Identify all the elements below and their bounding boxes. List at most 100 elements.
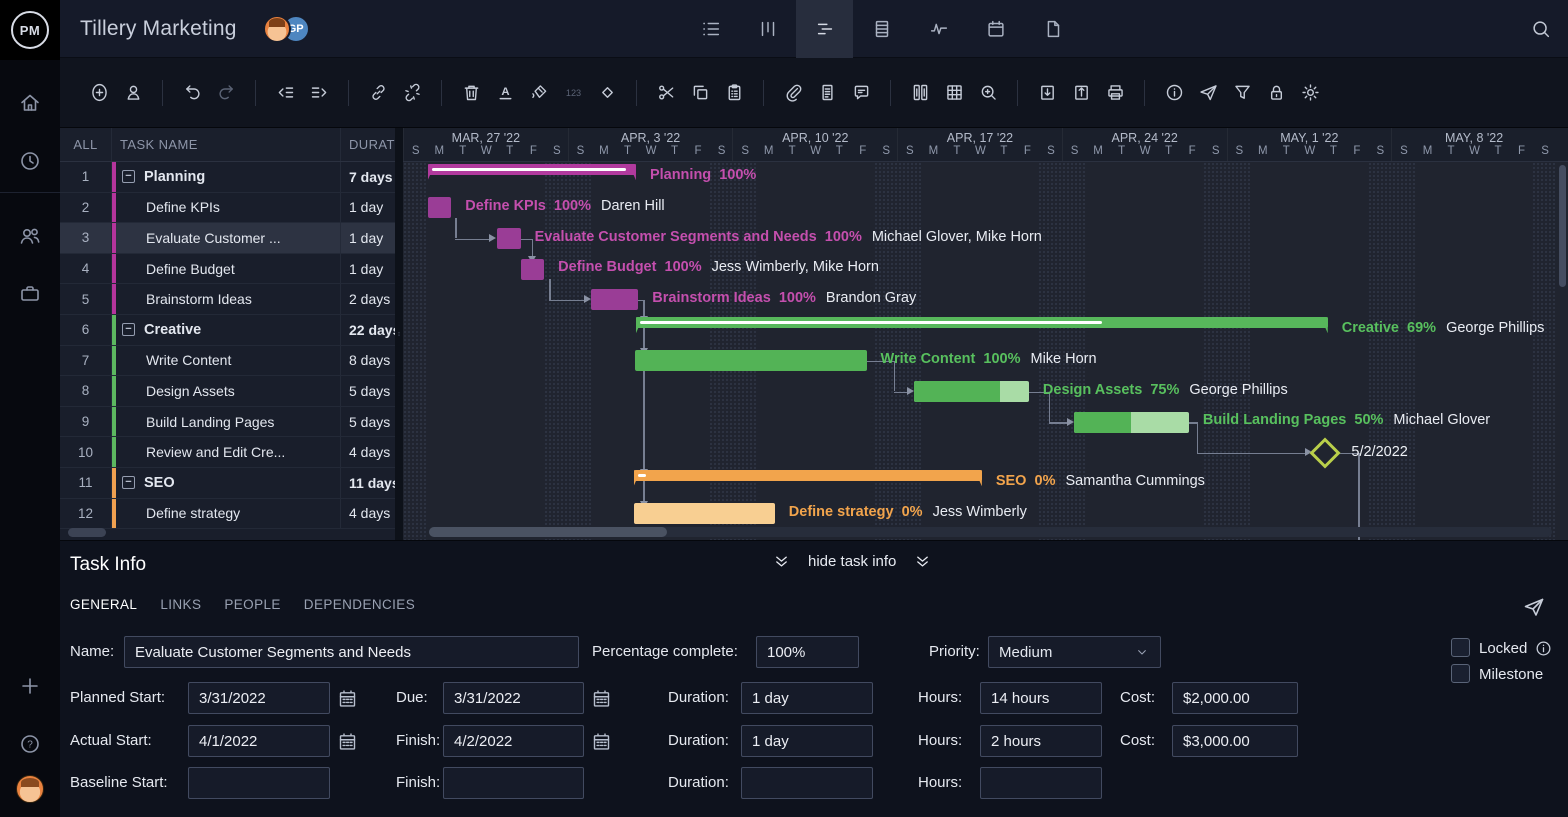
gantt-vscrollbar[interactable] — [1559, 165, 1566, 287]
planned-start-input[interactable] — [188, 682, 330, 714]
actual-start-calendar-button[interactable] — [337, 730, 359, 752]
unlink-tasks-button[interactable] — [395, 76, 429, 110]
table-row[interactable]: 7Write Content8 days — [60, 346, 395, 377]
font-color-button[interactable]: A — [488, 76, 522, 110]
sidebar-item-team[interactable] — [0, 221, 60, 251]
pct-complete-input[interactable] — [756, 636, 859, 668]
sidebar-item-timesheets[interactable] — [0, 146, 60, 176]
planned-hours-input[interactable] — [980, 682, 1102, 714]
assign-user-button[interactable] — [116, 76, 150, 110]
baseline-hours-input[interactable] — [980, 767, 1102, 799]
insert-columns-button[interactable] — [903, 76, 937, 110]
comment-button[interactable] — [844, 76, 878, 110]
actual-hours-input[interactable] — [980, 725, 1102, 757]
table-gantt-splitter[interactable] — [395, 128, 403, 540]
table-hscrollbar[interactable] — [68, 528, 106, 537]
send-icon[interactable] — [1522, 595, 1546, 619]
actual-duration-input[interactable] — [741, 725, 873, 757]
actual-start-input[interactable] — [188, 725, 330, 757]
baseline-start-input[interactable] — [188, 767, 330, 799]
sidebar-item-help[interactable]: ? — [0, 729, 60, 759]
member-avatars[interactable]: GP — [263, 15, 310, 43]
table-row[interactable]: 4Define Budget1 day — [60, 254, 395, 285]
table-row[interactable]: 2Define KPIs1 day — [60, 193, 395, 224]
notes-button[interactable] — [810, 76, 844, 110]
name-input[interactable] — [124, 636, 579, 668]
milestone-button[interactable] — [590, 76, 624, 110]
sidebar-item-create-new[interactable] — [0, 671, 60, 701]
gantt-hscrollbar[interactable] — [429, 527, 667, 537]
indent-button[interactable] — [302, 76, 336, 110]
planned-start-calendar-button[interactable] — [337, 687, 359, 709]
zoom-button[interactable] — [971, 76, 1005, 110]
table-row[interactable]: 6−Creative22 days — [60, 315, 395, 346]
add-task-button[interactable] — [82, 76, 116, 110]
planned-cost-input[interactable] — [1172, 682, 1298, 714]
milestone-checkbox[interactable] — [1451, 664, 1470, 683]
view-tab-docs-view[interactable] — [1024, 0, 1081, 58]
undo-button[interactable] — [175, 76, 209, 110]
numbering-button[interactable]: 123 — [556, 76, 590, 110]
due-calendar-button[interactable] — [591, 687, 613, 709]
summary-bar[interactable] — [634, 470, 982, 481]
fill-color-button[interactable] — [522, 76, 556, 110]
table-row[interactable]: 12Define strategy4 days — [60, 499, 395, 530]
table-row[interactable]: 8Design Assets5 days — [60, 376, 395, 407]
priority-select[interactable]: Medium — [988, 636, 1161, 668]
view-tab-activity-view[interactable] — [910, 0, 967, 58]
task-bar[interactable] — [428, 197, 452, 218]
settings-button[interactable] — [1293, 76, 1327, 110]
task-bar[interactable] — [914, 381, 1029, 402]
locked-info-icon[interactable] — [1534, 639, 1553, 658]
task-bar[interactable] — [1074, 412, 1189, 433]
table-row[interactable]: 11−SEO11 days — [60, 468, 395, 499]
baseline-duration-input[interactable] — [741, 767, 873, 799]
column-header-all[interactable]: ALL — [60, 128, 112, 161]
search-button[interactable] — [1530, 18, 1552, 40]
app-logo[interactable]: PM — [0, 0, 60, 60]
table-row[interactable]: 3Evaluate Customer ...1 day — [60, 223, 395, 254]
collapse-toggle[interactable]: − — [122, 170, 135, 183]
task-bar[interactable] — [521, 259, 545, 280]
table-row[interactable]: 10Review and Edit Cre...4 days — [60, 437, 395, 468]
collapse-toggle[interactable]: − — [122, 323, 135, 336]
task-bar[interactable] — [497, 228, 521, 249]
redo-button[interactable] — [209, 76, 243, 110]
info-button[interactable] — [1157, 76, 1191, 110]
actual-cost-input[interactable] — [1172, 725, 1298, 757]
panel-tab-links[interactable]: LINKS — [160, 597, 201, 612]
cut-button[interactable] — [649, 76, 683, 110]
panel-tab-people[interactable]: PEOPLE — [224, 597, 280, 612]
filter-button[interactable] — [1225, 76, 1259, 110]
outdent-button[interactable] — [268, 76, 302, 110]
import-button[interactable] — [1030, 76, 1064, 110]
paste-button[interactable] — [717, 76, 751, 110]
panel-tab-dependencies[interactable]: DEPENDENCIES — [304, 597, 415, 612]
export-button[interactable] — [1064, 76, 1098, 110]
share-button[interactable] — [1191, 76, 1225, 110]
view-tab-kanban-view[interactable] — [739, 0, 796, 58]
delete-task-button[interactable] — [454, 76, 488, 110]
actual-finish-calendar-button[interactable] — [591, 730, 613, 752]
column-header-duration[interactable]: DURATION — [341, 128, 395, 161]
task-bar[interactable] — [634, 503, 775, 524]
summary-bar[interactable] — [428, 164, 636, 175]
print-button[interactable] — [1098, 76, 1132, 110]
copy-button[interactable] — [683, 76, 717, 110]
hide-task-info-button[interactable]: hide task info — [772, 552, 932, 571]
member-avatar-1[interactable] — [263, 15, 291, 43]
attach-file-button[interactable] — [776, 76, 810, 110]
table-button[interactable] — [937, 76, 971, 110]
view-tab-gantt-view[interactable] — [796, 0, 853, 58]
panel-tab-general[interactable]: GENERAL — [70, 597, 137, 612]
table-row[interactable]: 5Brainstorm Ideas2 days — [60, 284, 395, 315]
actual-finish-input[interactable] — [443, 725, 584, 757]
link-tasks-button[interactable] — [361, 76, 395, 110]
view-tab-list-view[interactable] — [682, 0, 739, 58]
due-input[interactable] — [443, 682, 584, 714]
view-tab-sheet-view[interactable] — [853, 0, 910, 58]
user-avatar[interactable] — [16, 775, 44, 803]
sidebar-item-home[interactable] — [0, 88, 60, 118]
collapse-toggle[interactable]: − — [122, 476, 135, 489]
task-bar[interactable] — [591, 289, 638, 310]
